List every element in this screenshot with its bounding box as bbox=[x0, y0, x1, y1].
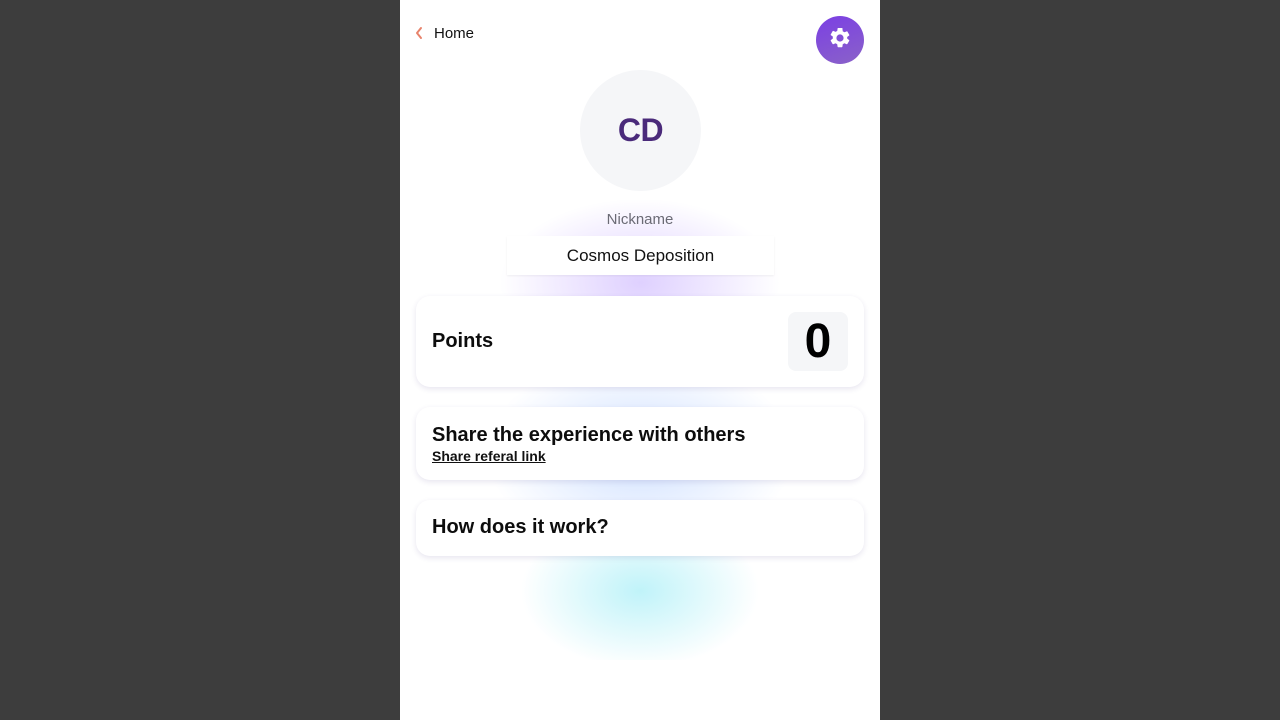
share-title: Share the experience with others bbox=[432, 424, 746, 446]
chevron-left-icon bbox=[414, 26, 424, 40]
points-value: 0 bbox=[804, 314, 832, 368]
nickname-label: Nickname bbox=[606, 211, 674, 228]
share-card: Share the experience with others Share r… bbox=[416, 407, 864, 480]
settings-button[interactable] bbox=[816, 16, 864, 64]
nickname-input[interactable] bbox=[507, 236, 774, 275]
profile-screen: Home CD Nickname Points 0 Share the expe… bbox=[400, 0, 880, 720]
how-it-works-card[interactable]: How does it work? bbox=[416, 500, 864, 556]
how-it-works-title: How does it work? bbox=[432, 516, 609, 538]
back-home-link[interactable]: Home bbox=[414, 22, 474, 44]
avatar-initials: CD bbox=[617, 112, 664, 148]
gear-icon bbox=[828, 26, 852, 55]
points-counter: 0 bbox=[788, 312, 848, 371]
avatar: CD bbox=[580, 70, 701, 191]
points-label: Points bbox=[432, 330, 494, 352]
points-card: Points 0 bbox=[416, 296, 864, 387]
share-referral-link[interactable]: Share referal link bbox=[432, 448, 546, 464]
back-label: Home bbox=[434, 24, 475, 42]
